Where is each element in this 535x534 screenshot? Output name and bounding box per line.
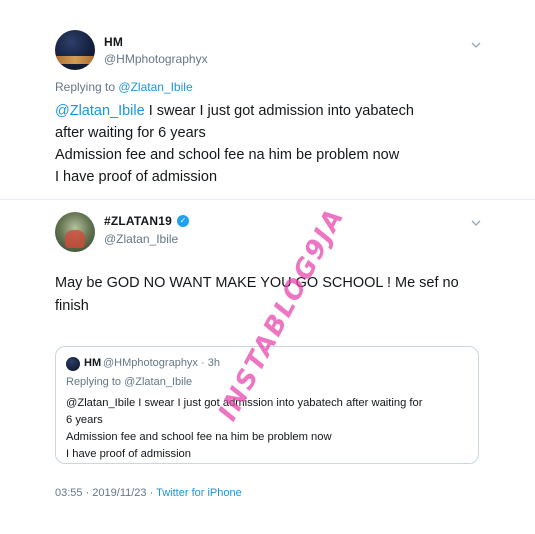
avatar[interactable] [55, 30, 95, 70]
mention-link[interactable]: @Zlatan_Ibile [55, 103, 145, 119]
source-link[interactable]: Twitter for iPhone [156, 487, 242, 499]
replying-label: Replying to [55, 80, 116, 94]
tweet-text: @Zlatan_Ibile I swear I just got admissi… [55, 100, 495, 188]
timestamp[interactable]: 03:55 · 2019/11/23 · [55, 487, 156, 499]
divider [0, 199, 535, 200]
author-name[interactable]: HM [104, 35, 123, 49]
tweet-line: I swear I just got admission into yabate… [144, 103, 414, 119]
quoted-avatar [66, 357, 80, 371]
reply-author-handle[interactable]: @Zlatan_Ibile [104, 232, 178, 246]
quoted-author-name: HM [84, 357, 102, 369]
avatar[interactable] [55, 212, 95, 252]
chevron-down-icon[interactable] [471, 218, 481, 228]
quoted-author-handle: @HMphotographyx · 3h [103, 357, 220, 369]
replying-mention-link[interactable]: @Zlatan_Ibile [118, 80, 192, 94]
reply-author-name[interactable]: #ZLATAN19 [104, 214, 172, 228]
verified-badge-icon: ✓ [177, 215, 189, 227]
quoted-line: I have proof of admission [66, 448, 191, 460]
tweet-metadata: 03:55 · 2019/11/23 · Twitter for iPhone [55, 487, 242, 499]
original-tweet: HM @HMphotographyx Replying to @Zlatan_I… [0, 0, 535, 200]
author-handle[interactable]: @HMphotographyx [104, 52, 208, 66]
quoted-line: @Zlatan_Ibile I swear I just got admissi… [66, 397, 423, 409]
quoted-line: 6 years [66, 414, 103, 426]
chevron-down-icon[interactable] [471, 40, 481, 50]
quoted-text: @Zlatan_Ibile I swear I just got admissi… [66, 395, 470, 463]
tweet-line: I have proof of admission [55, 169, 218, 185]
tweet-line: after waiting for 6 years [55, 125, 206, 141]
reply-text: May be GOD NO WANT MAKE YOU GO SCHOOL ! … [55, 275, 459, 314]
replying-to: Replying to @Zlatan_Ibile [55, 80, 193, 94]
quoted-replying-to: Replying to @Zlatan_Ibile [66, 376, 193, 388]
quoted-tweet-card[interactable]: HM @HMphotographyx · 3h Replying to @Zla… [55, 346, 479, 464]
tweet-line: Admission fee and school fee na him be p… [55, 147, 400, 163]
quoted-line: Admission fee and school fee na him be p… [66, 431, 332, 443]
